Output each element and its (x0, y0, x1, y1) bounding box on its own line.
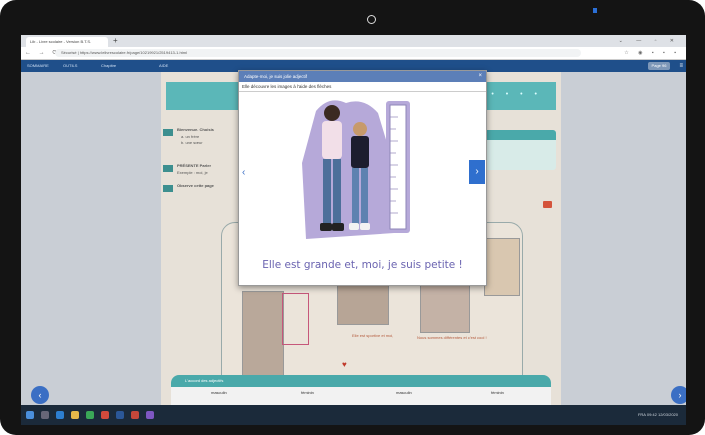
gallery-photo[interactable] (337, 283, 389, 325)
next-page-button[interactable]: › (671, 386, 686, 404)
divider (239, 91, 486, 92)
system-tray[interactable]: FRA 09:42 12/03/2020 (638, 405, 678, 425)
extension-icons[interactable]: ☆ ◉ ▪ ▪ ▪ (624, 48, 680, 58)
gallery-photo[interactable] (242, 291, 284, 383)
media-icon[interactable] (543, 201, 552, 208)
exercise-badge (163, 129, 173, 136)
table-header-cell: féminin (301, 390, 314, 395)
section3-title: Observe cette page (177, 183, 214, 188)
search-icon[interactable] (41, 411, 49, 419)
adjective-table-title: L'accord des adjectifs (185, 378, 224, 383)
table-header-cell: masculin (396, 390, 412, 395)
window-controls[interactable]: ⌄ — ▫ ✕ (619, 36, 680, 46)
gallery-photo[interactable] (420, 283, 470, 333)
section1-title: Bienvenue. Choisis (177, 127, 214, 132)
toolbar-item-sommaire[interactable]: SOMMAIRE (27, 60, 49, 72)
table-header-cell: féminin (491, 390, 504, 395)
app-icon[interactable] (146, 411, 154, 419)
close-icon[interactable]: × (478, 71, 482, 82)
folder-icon[interactable] (71, 411, 79, 419)
browser-tab[interactable]: Lib - Livre scolaire - Version B.T.S. (26, 37, 108, 47)
powerpoint-icon[interactable] (131, 411, 139, 419)
camera-icon (367, 15, 376, 24)
indicator-light (593, 8, 597, 13)
browser-tab-bar: Lib - Livre scolaire - Version B.T.S. + … (21, 35, 686, 47)
girls-height-photo (302, 100, 410, 239)
new-tab-button[interactable]: + (113, 36, 118, 46)
adjective-table-header: L'accord des adjectifs (171, 375, 551, 387)
banner-letters: • • • • (491, 91, 542, 98)
ruler-frame (282, 293, 309, 345)
word-icon[interactable] (116, 411, 124, 419)
section2-example: Exemple : moi, je (177, 170, 208, 175)
section1-line: b. une sœur (181, 140, 203, 145)
start-icon[interactable] (26, 411, 34, 419)
next-image-button[interactable]: › (469, 160, 485, 184)
edge-icon[interactable] (56, 411, 64, 419)
previous-image-button[interactable]: ‹ (242, 167, 245, 178)
section2-title: PRÉSENTE Parler (177, 163, 212, 168)
menu-icon[interactable]: ≡ (679, 60, 683, 72)
heart-icon: ♥ (342, 360, 347, 369)
dialog-title-bar: Adapte-moi, je suis jolie adjectif × (239, 71, 486, 82)
info-card (481, 130, 556, 170)
gallery-photo[interactable] (484, 238, 520, 296)
url-input[interactable]: Sécurisé | https://www.lelivrescolaire.f… (55, 49, 581, 57)
app-icon[interactable] (101, 411, 109, 419)
exercise-badge (163, 185, 173, 192)
gallery-caption: Elle est sportive et moi, (352, 333, 394, 338)
toolbar-item-chapitre[interactable]: Chapitre (101, 60, 116, 72)
screen: Lib - Livre scolaire - Version B.T.S. + … (21, 35, 686, 425)
image-viewer-dialog: Adapte-moi, je suis jolie adjectif × Ell… (238, 70, 487, 286)
table-header-cell: masculin (211, 390, 227, 395)
dialog-title: Adapte-moi, je suis jolie adjectif (244, 74, 308, 79)
toolbar-item-aide[interactable]: AIDE (159, 60, 168, 72)
info-card-header (481, 130, 556, 140)
dialog-subtitle: Elle découvre les images à l'aide des fl… (242, 84, 332, 89)
exercise-badge (163, 165, 173, 172)
chrome-icon[interactable] (86, 411, 94, 419)
adjective-table-row: masculin féminin masculin féminin (171, 387, 551, 405)
page-number-button[interactable]: Page 96 (648, 62, 670, 70)
image-caption: Elle est grande et, moi, je suis petite … (262, 259, 463, 271)
address-bar-row: ← → ⟳ Sécurisé | https://www.lelivrescol… (21, 47, 686, 60)
prev-page-button[interactable]: ‹ (31, 386, 49, 404)
os-taskbar: FRA 09:42 12/03/2020 (21, 405, 686, 425)
toolbar-item-outils[interactable]: OUTILS (63, 60, 77, 72)
gallery-caption: Nous sommes différentes et c'est cool ! (417, 335, 487, 340)
